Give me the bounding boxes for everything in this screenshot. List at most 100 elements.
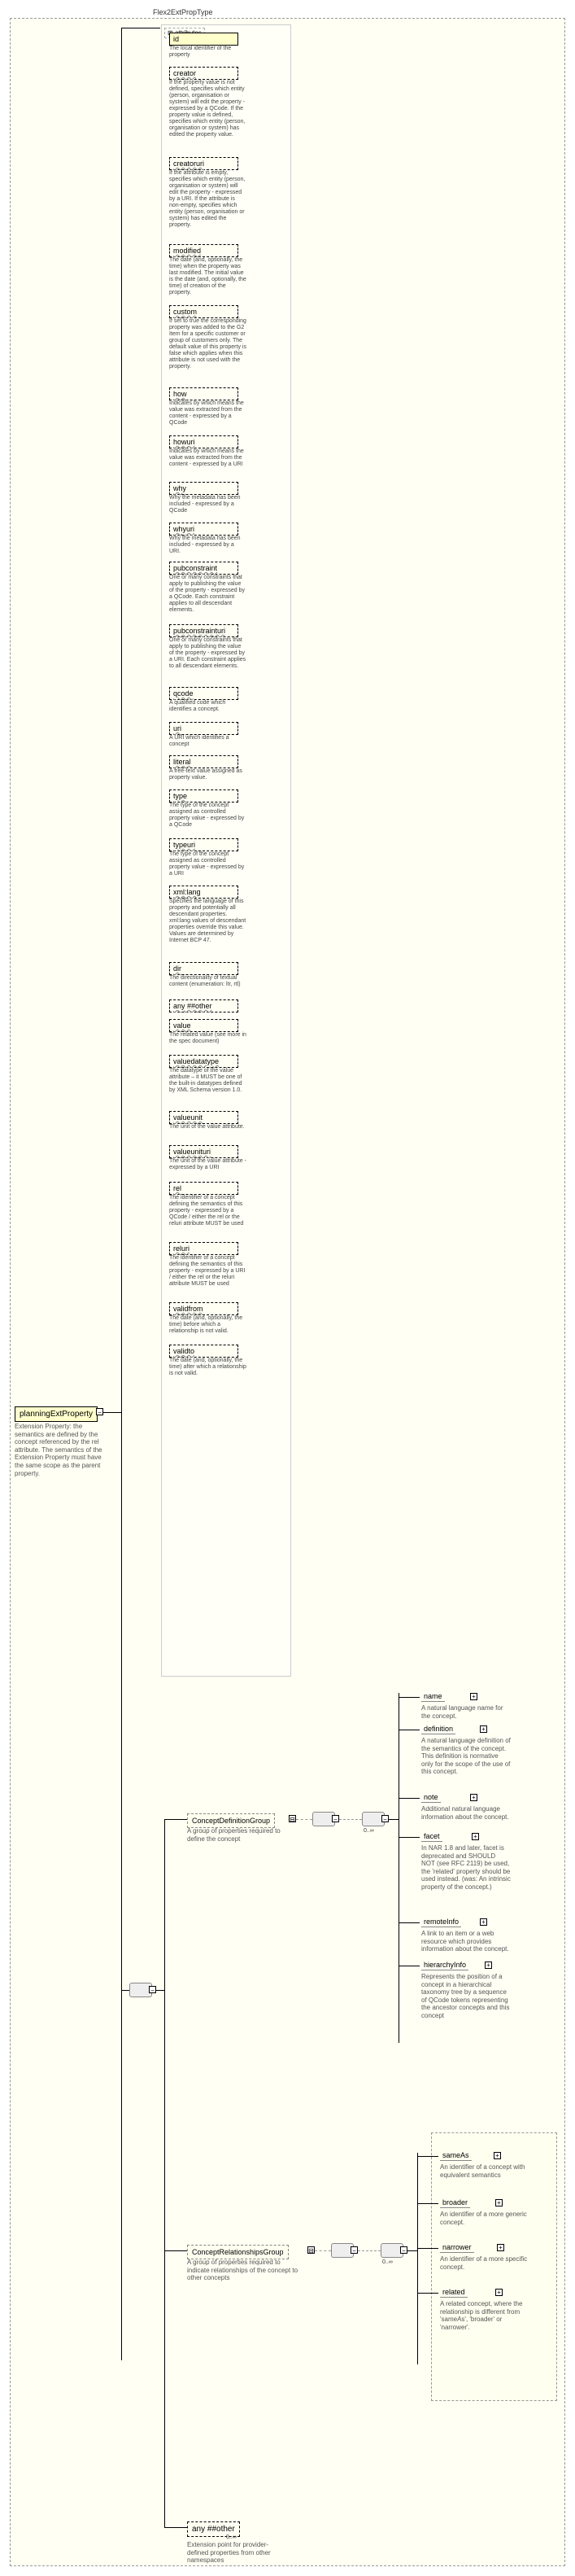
cdg-item[interactable]: note (421, 1792, 441, 1803)
connector (296, 1819, 312, 1820)
expand-icon[interactable]: + (480, 1918, 487, 1926)
attr-desc: A qualified code which identifies a conc… (169, 700, 246, 713)
collapse-icon[interactable]: − (400, 2246, 407, 2254)
crg-item[interactable]: related (440, 2287, 468, 2298)
attr-desc: A free-text value assigned as property v… (169, 768, 246, 781)
connector (164, 2527, 187, 2528)
expand-icon[interactable]: + (495, 2199, 503, 2206)
attr-dir[interactable]: dir (169, 962, 238, 975)
attr-desc: One or many constraints that apply to pu… (169, 637, 246, 670)
attr-id[interactable]: id (169, 33, 238, 46)
expand-icon[interactable]: + (470, 1693, 477, 1700)
attr-desc: Why the metadata has been included - exp… (169, 536, 246, 555)
attr-desc: Indicates by which means the value was e… (169, 448, 246, 468)
expand-icon[interactable]: + (470, 1794, 477, 1801)
collapse-icon[interactable]: − (332, 1815, 339, 1822)
cdg-item[interactable]: name (421, 1691, 445, 1702)
expand-icon[interactable]: + (494, 2152, 501, 2159)
root-element[interactable]: planningExtProperty (15, 1406, 98, 1422)
any-other-label: any ##other (192, 2525, 235, 2534)
connector (339, 1819, 362, 1820)
connector (417, 2156, 438, 2157)
cardinality: 0..∞ (382, 2259, 393, 2265)
cdg-item-desc: In NAR 1.8 and later, facet is deprecate… (421, 1844, 511, 1892)
attr-desc: Why the metadata has been included - exp… (169, 495, 246, 514)
vconnector (417, 2153, 418, 2364)
attr-why[interactable]: why (169, 482, 238, 495)
attr-xmllang[interactable]: xml:lang (169, 886, 238, 899)
attr-desc: The directionality of textual content (e… (169, 975, 246, 988)
attr-typeuri[interactable]: typeuri (169, 838, 238, 851)
crg-item[interactable]: narrower (440, 2242, 474, 2253)
cdg-item[interactable]: hierarchyInfo (421, 1960, 468, 1970)
crg-box[interactable]: ConceptRelationshipsGroup (187, 2245, 289, 2259)
connector (156, 1990, 164, 1991)
connector (399, 1837, 420, 1838)
cardinality: 0..∞ (226, 2534, 237, 2540)
expand-icon[interactable]: + (495, 2289, 503, 2296)
attr-valueunituri[interactable]: valueunituri (169, 1145, 238, 1158)
collapse-icon[interactable]: ⊟ (289, 1815, 296, 1822)
attr-pubconstraint[interactable]: pubconstraint (169, 562, 238, 575)
expand-icon[interactable]: + (497, 2244, 504, 2251)
attr-creator[interactable]: creator (169, 67, 238, 80)
attr-rel[interactable]: rel (169, 1182, 238, 1195)
connector (389, 1819, 399, 1820)
attr-desc: The identifier of a concept defining the… (169, 1195, 246, 1227)
root-desc: Extension Property: the semantics are de… (15, 1423, 104, 1477)
expand-icon[interactable]: + (480, 1725, 487, 1733)
attr-custom[interactable]: custom (169, 305, 238, 318)
attr-desc: If set to true the corresponding propert… (169, 318, 246, 370)
attr-modified[interactable]: modified (169, 244, 238, 257)
attr-creatoruri[interactable]: creatoruri (169, 157, 238, 170)
vconnector (164, 1819, 165, 2527)
attr-type[interactable]: type (169, 789, 238, 803)
attr-desc: If the property value is not defined, sp… (169, 80, 246, 138)
cdg-label: ConceptDefinitionGroup (192, 1817, 270, 1825)
attr-howuri[interactable]: howuri (169, 435, 238, 448)
attr-how[interactable]: how (169, 387, 238, 400)
attr-desc: The date (and, optionally, the time) whe… (169, 257, 246, 296)
cdg-item[interactable]: definition (421, 1724, 455, 1734)
attr-valueunit[interactable]: valueunit (169, 1111, 238, 1124)
attr-uri[interactable]: uri (169, 722, 238, 735)
cdg-item[interactable]: facet (421, 1831, 442, 1842)
root-label: planningExtProperty (20, 1410, 93, 1419)
attr-desc: The type of the concept assigned as cont… (169, 851, 246, 877)
expand-icon[interactable]: + (472, 1833, 479, 1840)
attr-qcode[interactable]: qcode (169, 687, 238, 700)
vconnector (121, 28, 122, 2360)
connector (121, 1990, 129, 1991)
attr-desc: The local identifier of the property (169, 46, 246, 59)
crg-item[interactable]: broader (440, 2198, 470, 2208)
attr-value[interactable]: value (169, 1019, 238, 1032)
connector (358, 2250, 381, 2251)
attr-reluri[interactable]: reluri (169, 1242, 238, 1255)
crg-item[interactable]: sameAs (440, 2150, 472, 2161)
connector (399, 1922, 420, 1923)
attr-valuedatatype[interactable]: valuedatatype (169, 1055, 238, 1068)
attr-pubconstrainturi[interactable]: pubconstrainturi (169, 624, 238, 637)
type-title: Flex2ExtPropType (153, 8, 213, 16)
attr-desc: The unit of the value attribute. (169, 1124, 246, 1131)
collapse-icon[interactable]: − (381, 1815, 389, 1822)
collapse-icon[interactable]: − (351, 2246, 358, 2254)
cdg-box[interactable]: ConceptDefinitionGroup (187, 1813, 275, 1828)
attr-whyuri[interactable]: whyuri (169, 523, 238, 536)
collapse-icon[interactable]: − (96, 1408, 103, 1415)
attr-validto[interactable]: validto (169, 1345, 238, 1358)
any-other-desc: Extension point for provider-defined pro… (187, 2541, 285, 2565)
attr-validfrom[interactable]: validfrom (169, 1302, 238, 1315)
attr-anyother[interactable]: any ##other (169, 999, 238, 1012)
cdg-item[interactable]: remoteInfo (421, 1917, 461, 1927)
attr-desc: The related value (see more in the spec … (169, 1032, 246, 1045)
cdg-desc: A group of properties required to define… (187, 1827, 293, 1843)
collapse-icon[interactable]: ⊟ (307, 2246, 315, 2254)
collapse-icon[interactable]: − (149, 1986, 156, 1993)
attr-desc: A URI which identifies a concept (169, 735, 246, 748)
attr-desc: Indicates by which means the value was e… (169, 400, 246, 426)
attr-desc: The datatype of the value attribute – it… (169, 1068, 246, 1094)
expand-icon[interactable]: + (485, 1962, 492, 1969)
attr-literal[interactable]: literal (169, 755, 238, 768)
crg-desc: A group of properties required to indica… (187, 2259, 301, 2282)
